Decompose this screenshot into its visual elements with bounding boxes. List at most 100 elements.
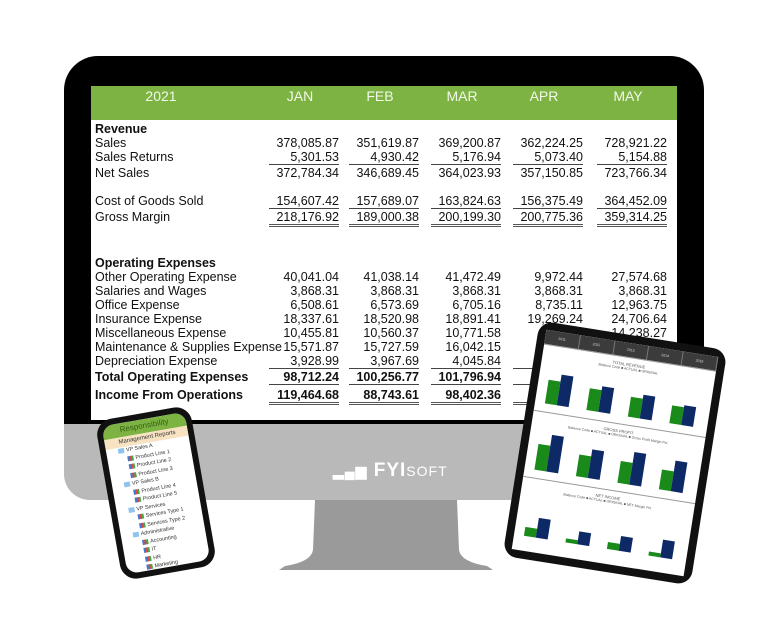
cell-value: 200,199.30: [431, 210, 501, 227]
original-bar: [598, 385, 615, 414]
report-row: Cost of Goods Sold 154,607.42 157,689.07 16…: [95, 194, 675, 210]
cell-value: 372,784.34: [276, 166, 339, 180]
report-icon: [133, 488, 140, 495]
report-icon: [143, 547, 151, 554]
cell-value: 156,375.49: [513, 194, 583, 209]
cell-value: 10,455.81: [283, 326, 339, 340]
fyisoft-logo: ▂▄▆ FYISOFT: [333, 460, 448, 481]
tree-item-label: IT: [151, 545, 158, 553]
report-icon: [137, 513, 145, 520]
folder-icon: [132, 531, 140, 538]
cell-value: 5,176.94: [431, 150, 501, 165]
report-header: 2021 JAN FEB MAR APR MAY: [91, 86, 677, 120]
year-header: 2021: [145, 88, 177, 104]
cell-value: 18,337.61: [283, 312, 339, 326]
month-header-feb: FEB: [366, 88, 394, 104]
report-icon: [146, 563, 154, 570]
cell-value: 189,000.38: [349, 210, 419, 227]
folder-icon: [128, 506, 135, 513]
cell-value: 9,972.44: [534, 270, 583, 284]
cell-value: 3,868.31: [370, 284, 419, 298]
original-bar: [535, 518, 551, 540]
cell-value: 163,824.63: [431, 194, 501, 209]
cell-value: 8,735.11: [535, 298, 583, 312]
cell-value: 6,573.69: [370, 298, 419, 312]
row-label: Maintenance & Supplies Expense: [95, 340, 282, 354]
cell-value: 154,607.42: [269, 194, 339, 209]
folder-icon: [117, 448, 125, 454]
cell-value: 10,560.37: [363, 326, 419, 340]
cell-value: 41,472.49: [445, 270, 501, 284]
cell-value: 364,023.93: [438, 166, 501, 180]
cell-value: 6,508.61: [290, 298, 339, 312]
month-header-may: MAY: [613, 88, 643, 104]
cell-value: 3,868.31: [452, 284, 501, 298]
cell-value: 27,574.68: [611, 270, 667, 284]
month-header-apr: APR: [529, 88, 559, 104]
monitor-stand: [279, 500, 493, 570]
cell-value: 24,706.64: [611, 312, 667, 326]
row-label: Gross Margin: [95, 210, 171, 224]
row-label: Miscellaneous Expense: [95, 326, 227, 340]
actual-bar: [648, 552, 661, 558]
report-row: Gross Margin 218,176.92 189,000.38 200,199.…: [95, 210, 675, 227]
original-bar: [546, 434, 564, 474]
tablet-dashboard: 2011 2012 2013 2014 2015 TOTAL REVENUE Balanc…: [511, 329, 719, 577]
report-row: Net Sales 372,784.34 346,689.45 364,023.93 3…: [95, 166, 675, 182]
row-label: Depreciation Expense: [95, 354, 218, 368]
tablet: 2011 2012 2013 2014 2015 TOTAL REVENUE Balanc…: [502, 320, 728, 586]
cell-value: 3,868.31: [534, 284, 583, 298]
report-icon: [138, 521, 146, 528]
cell-value: 98,712.24: [269, 370, 339, 385]
cell-value: 16,042.15: [445, 340, 501, 354]
report-icon: [127, 454, 134, 461]
cell-value: 88,743.61: [349, 388, 419, 405]
row-label: Other Operating Expense: [95, 270, 237, 284]
cell-value: 40,041.04: [283, 270, 339, 284]
dashboard-charts: TOTAL REVENUE Balance Code ■ ACTUAL ■ ORI…: [512, 343, 717, 570]
report-row: Sales Returns 5,301.53 4,930.42 5,176.94 5,0…: [95, 150, 675, 166]
row-label: Total Operating Expenses: [95, 370, 249, 384]
original-bar: [587, 449, 605, 480]
original-bar: [670, 460, 688, 494]
cell-value: 351,619.87: [356, 136, 419, 150]
cell-value: 378,085.87: [276, 136, 339, 150]
responsibility-tree: VP Sales A Product Line 1 Product Line 2 Pr…: [106, 435, 211, 574]
original-bar: [629, 452, 647, 487]
month-header-jan: JAN: [286, 88, 314, 104]
cell-value: 723,766.34: [604, 166, 667, 180]
row-label: Office Expense: [95, 298, 180, 312]
original-bar: [618, 535, 634, 553]
cell-value: 218,176.92: [269, 210, 339, 227]
cell-value: 12,963.75: [611, 298, 667, 312]
cell-value: 3,868.31: [290, 284, 339, 298]
original-bar: [660, 539, 675, 560]
row-label: Sales: [95, 136, 127, 150]
cell-value: 6,705.16: [452, 298, 501, 312]
cell-value: 15,571.87: [283, 340, 339, 354]
original-bar: [681, 405, 697, 427]
cell-value: 3,928.99: [269, 354, 339, 369]
actual-bar: [565, 538, 578, 545]
cell-value: 357,150.85: [520, 166, 583, 180]
cell-value: 4,045.84: [431, 354, 501, 369]
tree-item-label: Marketing: [154, 559, 179, 570]
cell-value: 18,891.41: [445, 312, 501, 326]
cell-value: 15,727.59: [363, 340, 419, 354]
report-icon: [144, 555, 152, 562]
row-label: Net Sales: [95, 166, 150, 180]
month-header-mar: MAR: [446, 88, 478, 104]
cell-value: 359,314.25: [597, 210, 667, 227]
cell-value: 5,301.53: [269, 150, 339, 165]
cell-value: 5,073.40: [513, 150, 583, 165]
row-label: Operating Expenses: [95, 256, 216, 270]
row-label: Cost of Goods Sold: [95, 194, 204, 208]
row-label: Income From Operations: [95, 388, 243, 402]
cell-value: 18,520.98: [363, 312, 419, 326]
report-icon: [130, 471, 137, 478]
cell-value: 3,967.69: [349, 354, 419, 369]
cell-value: 200,775.36: [513, 210, 583, 227]
row-label: Revenue: [95, 122, 148, 136]
original-bar: [556, 374, 574, 408]
cell-value: 362,224.25: [520, 136, 583, 150]
